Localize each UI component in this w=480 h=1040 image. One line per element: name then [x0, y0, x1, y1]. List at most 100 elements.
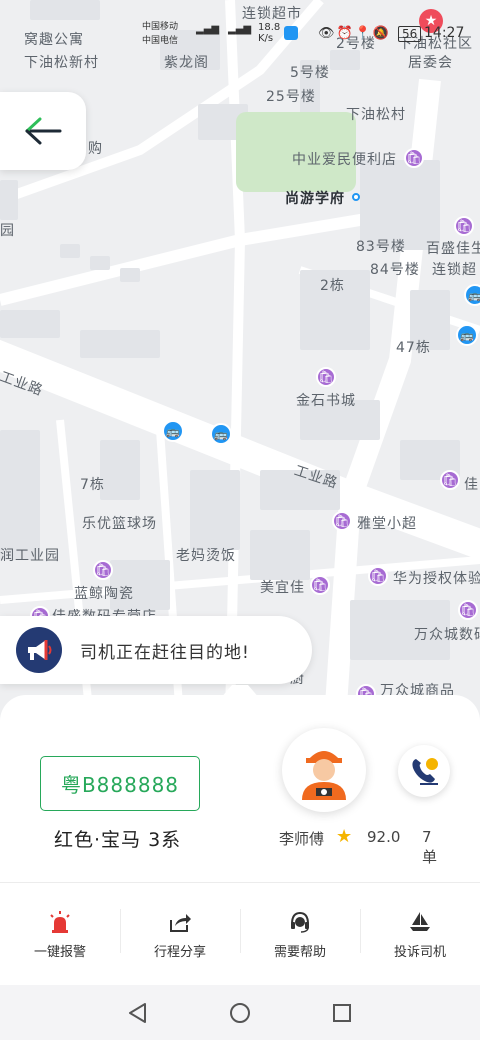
back-button[interactable] — [0, 92, 86, 170]
building — [190, 470, 240, 550]
driver-name: 李师傅 — [279, 830, 325, 848]
trip-info-sheet: 粤B888888 红色·宝马 3系 李师傅 ★ 92.0 7单 一键报警 行程分… — [0, 685, 480, 985]
nav-home-button[interactable] — [228, 1001, 252, 1025]
nav-back-button[interactable] — [126, 1001, 150, 1025]
call-driver-button[interactable] — [398, 745, 450, 797]
system-nav-bar — [0, 985, 480, 1040]
action-label: 投诉司机 — [393, 945, 446, 960]
star-icon: ★ — [336, 826, 353, 847]
map-label: 老妈烫饭 — [176, 548, 236, 564]
network-speed: 18.8 K/s — [258, 22, 281, 44]
action-label: 行程分享 — [153, 945, 206, 960]
carrier-name: 中国电信 — [142, 36, 179, 46]
shop-poi-icon[interactable]: 🛍 — [93, 560, 113, 580]
map-label: 5号楼 — [290, 65, 330, 81]
map-label: 美宜佳 — [260, 580, 305, 596]
alarm-icon — [47, 909, 73, 935]
map-label: 下油松村 — [346, 107, 406, 123]
shop-poi-icon[interactable]: 🛍 — [316, 367, 336, 387]
license-plate: 粤B888888 — [40, 756, 200, 811]
driver-orders: 7单 — [422, 828, 438, 866]
building — [100, 440, 140, 500]
system-icons: 👁⏰📍🔕 — [318, 26, 392, 41]
building — [60, 244, 80, 258]
map-label: 尚游学府 — [285, 191, 345, 207]
action-label: 需要帮助 — [273, 945, 326, 960]
map-label: 2栋 — [320, 278, 345, 294]
building — [0, 430, 40, 560]
map-label: 园 — [0, 223, 15, 239]
shop-poi-icon[interactable]: 🛍 — [404, 148, 424, 168]
driver-avatar-icon — [302, 751, 346, 800]
bus-stop-icon[interactable]: 🚌 — [162, 420, 184, 442]
action-label: 一键报警 — [33, 945, 86, 960]
building — [330, 50, 360, 70]
complaint-icon — [407, 909, 433, 935]
map-label: 润工业园 — [0, 548, 60, 564]
triangle-back-icon — [129, 1003, 146, 1023]
driver-avatar[interactable] — [282, 728, 366, 812]
map-label: 紫龙阁 — [164, 55, 209, 71]
circle-home-icon — [230, 1003, 250, 1023]
status-bar: 中国移动 中国电信 ▂▄▆ ▂▄▆ 18.8 K/s 👁⏰📍🔕 56 14:27 — [0, 0, 480, 46]
driver-info: 李师傅 ★ 92.0 7单 — [279, 826, 437, 866]
app-notification-icon — [284, 26, 298, 40]
building — [120, 268, 140, 282]
map-label: 居委会 — [408, 55, 453, 71]
shop-poi-icon[interactable]: 🛍 — [368, 566, 388, 586]
map-label: 蓝鲸陶瓷 — [74, 586, 134, 602]
map-label: 百盛佳生 — [426, 241, 480, 257]
map-label: 佳 — [464, 477, 479, 493]
phone-icon — [412, 758, 438, 785]
signal-icon: ▂▄▆ — [228, 24, 252, 35]
driver-status-banner: 司机正在赶往目的地! — [0, 616, 312, 684]
back-arrow-icon — [25, 117, 62, 145]
carrier-name: 中国移动 — [142, 22, 179, 32]
map-label: 83号楼 — [356, 239, 406, 255]
map-label: 乐优篮球场 — [82, 516, 157, 532]
shop-poi-icon[interactable]: 🛍 — [440, 470, 460, 490]
shop-poi-icon[interactable]: 🛍 — [310, 575, 330, 595]
building — [0, 180, 18, 220]
map-label: 47栋 — [396, 340, 431, 356]
shop-poi-icon[interactable]: 🛍 — [332, 511, 352, 531]
headset-icon — [287, 909, 313, 935]
square-recents-icon — [333, 1004, 351, 1022]
map-label: 84号楼 — [370, 262, 420, 278]
signal-icon: ▂▄▆ — [196, 24, 220, 35]
building — [250, 530, 310, 580]
bus-stop-icon[interactable]: 🚌 — [464, 284, 480, 306]
map-label: 连锁超 — [432, 262, 477, 278]
driver-rating: 92.0 — [367, 828, 401, 846]
shop-poi-icon[interactable]: 🛍 — [454, 216, 474, 236]
bus-stop-icon[interactable]: 🚌 — [456, 324, 478, 346]
battery-indicator: 56 — [398, 26, 422, 42]
school-marker-icon — [352, 193, 360, 201]
divider — [0, 882, 480, 883]
map-label: 中业爱民便利店 — [292, 152, 397, 168]
emergency-alarm-button[interactable]: 一键报警 — [0, 895, 120, 975]
action-bar: 一键报警 行程分享 需要帮助 投诉司机 — [0, 895, 480, 975]
clock: 14:27 — [424, 25, 465, 41]
map-label: 25号楼 — [266, 89, 316, 105]
megaphone-icon — [16, 627, 62, 673]
map-label: 金石书城 — [296, 393, 356, 409]
shop-poi-icon[interactable]: 🛍 — [458, 600, 478, 620]
map-label: 7栋 — [80, 477, 105, 493]
building — [90, 256, 110, 270]
map-label: 雅堂小超 — [357, 516, 417, 532]
help-button[interactable]: 需要帮助 — [240, 895, 360, 975]
complaint-button[interactable]: 投诉司机 — [360, 895, 480, 975]
bus-stop-icon[interactable]: 🚌 — [210, 423, 232, 445]
map-label: 购 — [88, 141, 103, 157]
map-label: 华为授权体验 — [393, 571, 480, 587]
map-label: 万众城数码 — [414, 627, 480, 643]
map-label: 下油松新村 — [24, 55, 99, 71]
building — [0, 310, 60, 338]
building — [80, 330, 160, 358]
car-description: 红色·宝马 3系 — [54, 829, 182, 851]
share-trip-button[interactable]: 行程分享 — [120, 895, 240, 975]
share-icon — [167, 909, 193, 935]
status-message: 司机正在赶往目的地! — [80, 642, 250, 663]
nav-recents-button[interactable] — [330, 1001, 354, 1025]
